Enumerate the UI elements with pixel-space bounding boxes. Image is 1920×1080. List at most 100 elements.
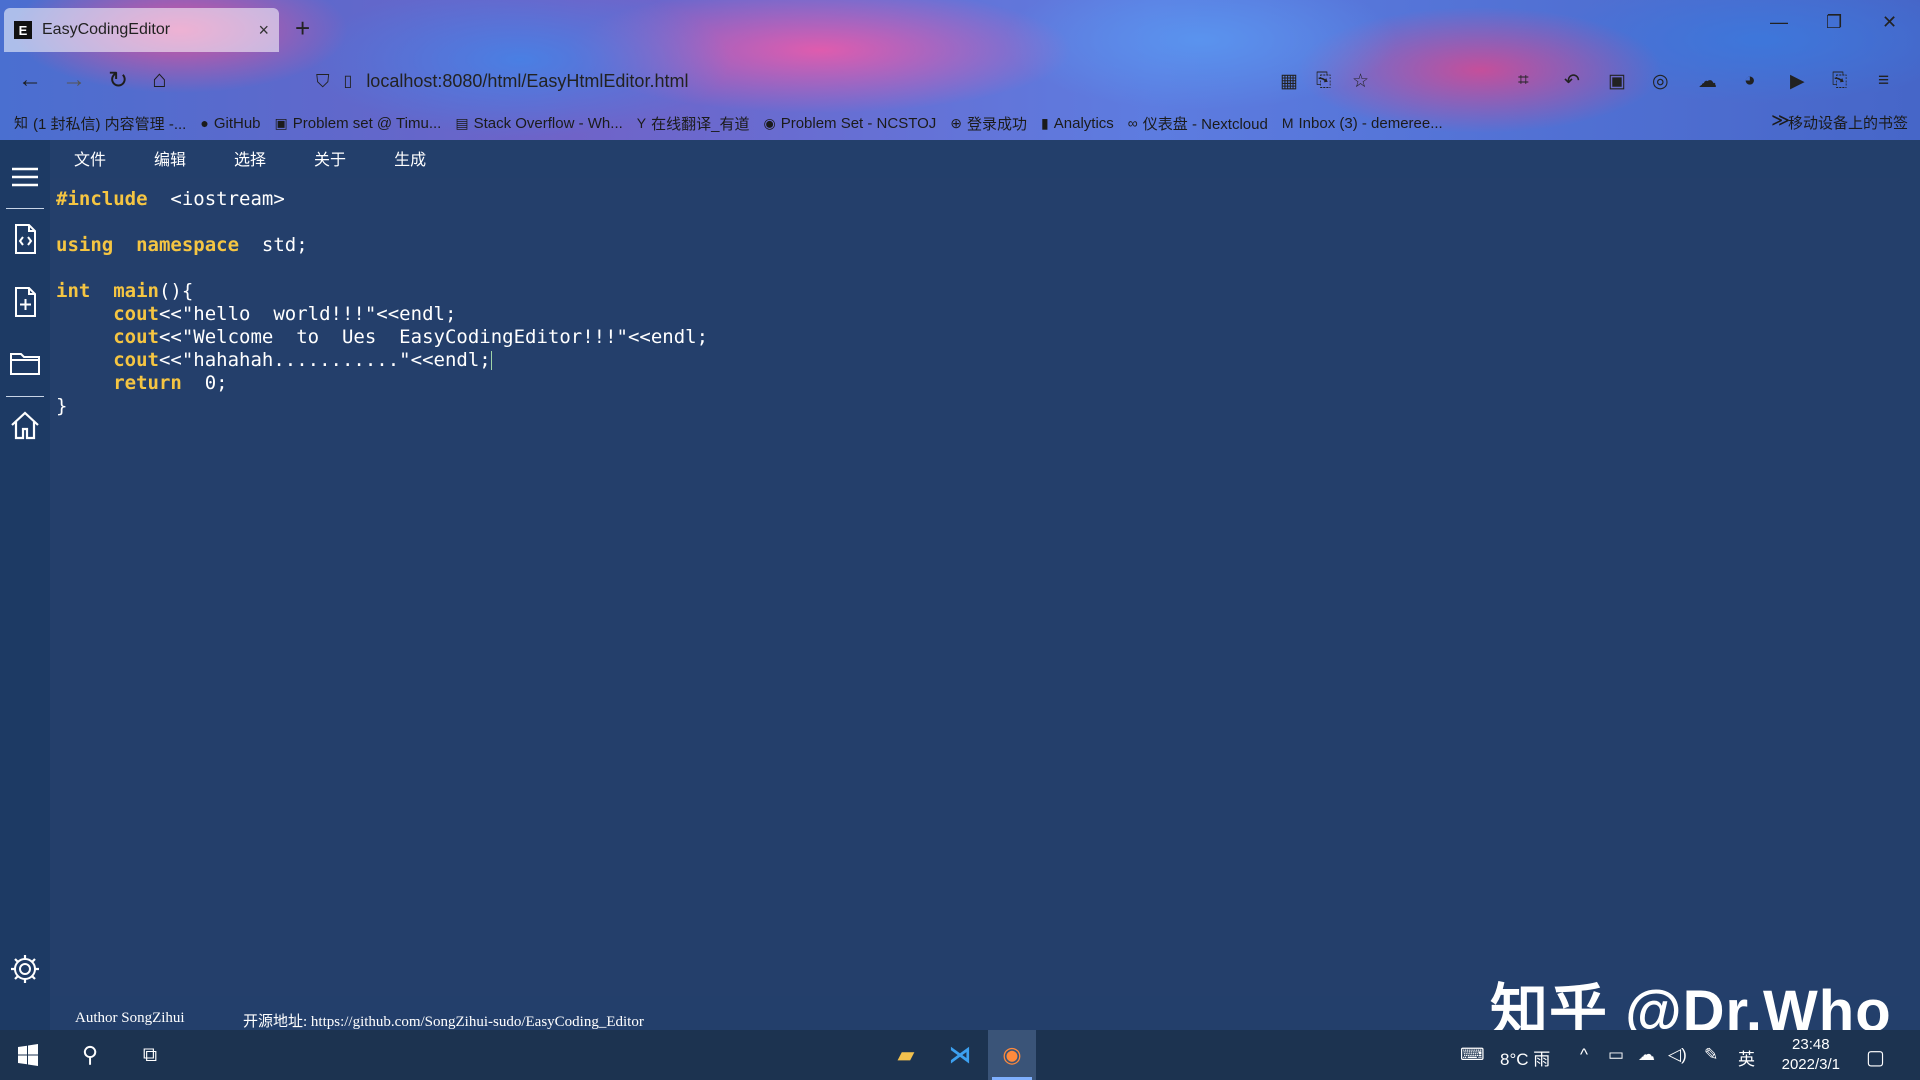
firefox-icon[interactable]: ◉ bbox=[988, 1030, 1036, 1080]
bookmark-item[interactable]: ▮ Analytics bbox=[1041, 115, 1114, 132]
chevron-up-icon[interactable]: ^ bbox=[1580, 1045, 1588, 1065]
code-line: cout<<"hahahah..........."<<endl; bbox=[113, 349, 492, 371]
menu-select[interactable]: 选择 bbox=[234, 146, 266, 170]
extension-cloud-icon[interactable]: ☁ bbox=[1698, 70, 1717, 93]
new-file-icon[interactable] bbox=[6, 283, 44, 321]
zhihu-icon: 知 bbox=[14, 115, 28, 131]
menu-hamburger-icon[interactable]: ≡ bbox=[1878, 70, 1889, 92]
home-icon[interactable] bbox=[6, 406, 44, 444]
browser-tab[interactable]: E EasyCodingEditor × bbox=[4, 8, 279, 52]
windows-start-icon[interactable] bbox=[0, 1030, 56, 1080]
bookmark-item[interactable]: Y 在线翻译_有道 bbox=[637, 113, 750, 134]
bookmark-item[interactable]: 知 (1 封私信) 内容管理 -... bbox=[14, 113, 186, 134]
code-text: <iostream> bbox=[170, 188, 285, 210]
bookmark-item[interactable]: ◉ Problem Set - NCSTOJ bbox=[763, 115, 936, 132]
bookmark-item[interactable]: ▤ Stack Overflow - Wh... bbox=[455, 115, 622, 132]
restore-button[interactable]: ❐ bbox=[1826, 12, 1842, 33]
task-view-icon[interactable]: ⧉ bbox=[124, 1030, 176, 1080]
text-caret bbox=[490, 351, 492, 370]
volume-icon[interactable]: ◁) bbox=[1668, 1045, 1687, 1065]
code-line: using namespace std; bbox=[56, 234, 308, 256]
ime-indicator[interactable]: 英 bbox=[1738, 1045, 1755, 1070]
tab-close-icon[interactable]: × bbox=[258, 20, 269, 41]
minimize-button[interactable]: — bbox=[1770, 12, 1788, 33]
repo-link[interactable]: 开源地址: https://github.com/SongZihui-sudo/… bbox=[243, 1010, 644, 1031]
tab-title: EasyCodingEditor bbox=[42, 21, 171, 38]
onedrive-icon[interactable]: ☁ bbox=[1638, 1045, 1655, 1065]
notification-icon[interactable]: ▢ bbox=[1866, 1045, 1885, 1070]
weather-status[interactable]: 8°C 雨 bbox=[1500, 1045, 1550, 1070]
gear-icon[interactable] bbox=[6, 950, 44, 988]
keyboard-icon[interactable]: ⌨ bbox=[1460, 1045, 1485, 1065]
bookmark-star-icon[interactable]: ☆ bbox=[1352, 70, 1369, 93]
undo-icon[interactable]: ↶ bbox=[1564, 70, 1580, 93]
bookmark-label: Stack Overflow - Wh... bbox=[473, 114, 623, 132]
mobile-bookmarks-folder[interactable]: 移动设备上的书签 bbox=[1788, 112, 1908, 133]
bookmark-label: 登录成功 bbox=[967, 115, 1028, 133]
timus-icon: ▣ bbox=[274, 114, 288, 131]
url-text[interactable]: localhost:8080/html/EasyHtmlEditor.html bbox=[366, 71, 688, 92]
code-keyword: cout bbox=[113, 326, 159, 348]
code-file-icon[interactable] bbox=[6, 220, 44, 258]
sidebar-divider bbox=[6, 208, 44, 209]
reload-icon[interactable]: ↻ bbox=[108, 66, 128, 95]
windows-taskbar: ⚲ ⧉ ▰ ⋊ ◉ ⌨ 8°C 雨 ^ ▭ ☁ ◁) ✎ 英 23:48 202… bbox=[0, 1030, 1920, 1080]
code-editor[interactable]: #include <iostream> using namespace std;… bbox=[50, 178, 1900, 996]
bookmark-item[interactable]: ⊕ 登录成功 bbox=[950, 113, 1027, 134]
bookmarks-bar: 知 (1 封私信) 内容管理 -... ● GitHub ▣ Problem set … bbox=[0, 110, 1920, 136]
extension-monkey-icon[interactable]: ◕ bbox=[1744, 70, 1755, 92]
clock-date: 2022/3/1 bbox=[1781, 1056, 1840, 1073]
shield-icon[interactable]: ⛉ bbox=[316, 71, 330, 92]
author-credit: Author SongZihui bbox=[75, 1010, 185, 1026]
nextcloud-icon: ∞ bbox=[1127, 115, 1138, 131]
page-info-icon[interactable]: ▯ bbox=[344, 71, 353, 91]
bookmark-label: Problem Set - NCSTOJ bbox=[780, 114, 937, 132]
qr-code-icon[interactable]: ▦ bbox=[1280, 70, 1298, 93]
stackoverflow-icon: ▤ bbox=[455, 114, 469, 131]
system-clock[interactable]: 23:48 2022/3/1 bbox=[1782, 1035, 1840, 1075]
screenshot-icon[interactable]: ▣ bbox=[1608, 70, 1626, 93]
bookmark-item[interactable]: M Inbox (3) - demeree... bbox=[1282, 115, 1443, 132]
hamburger-menu-icon[interactable] bbox=[6, 158, 44, 196]
vscode-icon[interactable]: ⋊ bbox=[934, 1030, 986, 1080]
file-explorer-icon[interactable]: ▰ bbox=[880, 1030, 932, 1080]
sidebar-divider bbox=[6, 396, 44, 397]
menu-edit[interactable]: 编辑 bbox=[154, 146, 186, 170]
home-icon[interactable]: ⌂ bbox=[152, 66, 167, 94]
clock-time: 23:48 bbox=[1792, 1036, 1830, 1053]
forward-arrow-icon[interactable]: → bbox=[62, 66, 86, 94]
battery-icon[interactable]: ▭ bbox=[1608, 1045, 1624, 1065]
code-text-area[interactable]: #include <iostream> using namespace std;… bbox=[56, 188, 1886, 988]
new-tab-button[interactable]: + bbox=[295, 13, 310, 44]
globe-icon: ⊕ bbox=[950, 114, 963, 131]
crop-icon[interactable]: ⌗ bbox=[1518, 70, 1529, 92]
code-keyword: return bbox=[113, 372, 182, 394]
code-keyword: cout bbox=[113, 349, 159, 371]
bookmark-item[interactable]: ▣ Problem set @ Timu... bbox=[275, 115, 442, 132]
code-keyword: #include bbox=[56, 188, 148, 210]
close-window-button[interactable]: ✕ bbox=[1882, 12, 1897, 33]
code-line: cout<<"hello world!!!"<<endl; bbox=[113, 303, 457, 325]
bookmark-item[interactable]: ∞ 仪表盘 - Nextcloud bbox=[1128, 113, 1268, 134]
translate-icon[interactable]: ⎘ bbox=[1316, 70, 1331, 92]
analytics-icon: ▮ bbox=[1041, 114, 1049, 131]
open-folder-icon[interactable] bbox=[6, 343, 44, 381]
tab-favicon-icon: E bbox=[14, 21, 32, 39]
navigation-bar: ← → ↻ ⌂ ⛉ ▯ localhost:8080/html/EasyHtml… bbox=[0, 56, 1920, 106]
address-bar[interactable]: ⛉ ▯ localhost:8080/html/EasyHtmlEditor.h… bbox=[316, 66, 1376, 96]
pen-icon[interactable]: ✎ bbox=[1704, 1045, 1718, 1065]
github-icon: ● bbox=[200, 115, 209, 131]
extension-arrow-icon[interactable]: ▶ bbox=[1790, 70, 1805, 93]
search-icon[interactable]: ⚲ bbox=[64, 1030, 116, 1080]
extension-owl-icon[interactable]: ◎ bbox=[1652, 70, 1669, 93]
code-keyword: main bbox=[113, 280, 159, 302]
menu-about[interactable]: 关于 bbox=[314, 146, 346, 170]
menu-generate[interactable]: 生成 bbox=[394, 146, 426, 170]
youdao-icon: Y bbox=[636, 115, 647, 131]
menu-file[interactable]: 文件 bbox=[74, 146, 106, 170]
code-keyword: int bbox=[56, 280, 91, 302]
extension-translate-icon[interactable]: ⎘ bbox=[1832, 70, 1847, 92]
bookmark-item[interactable]: ● GitHub bbox=[200, 115, 260, 132]
back-arrow-icon[interactable]: ← bbox=[18, 66, 42, 94]
